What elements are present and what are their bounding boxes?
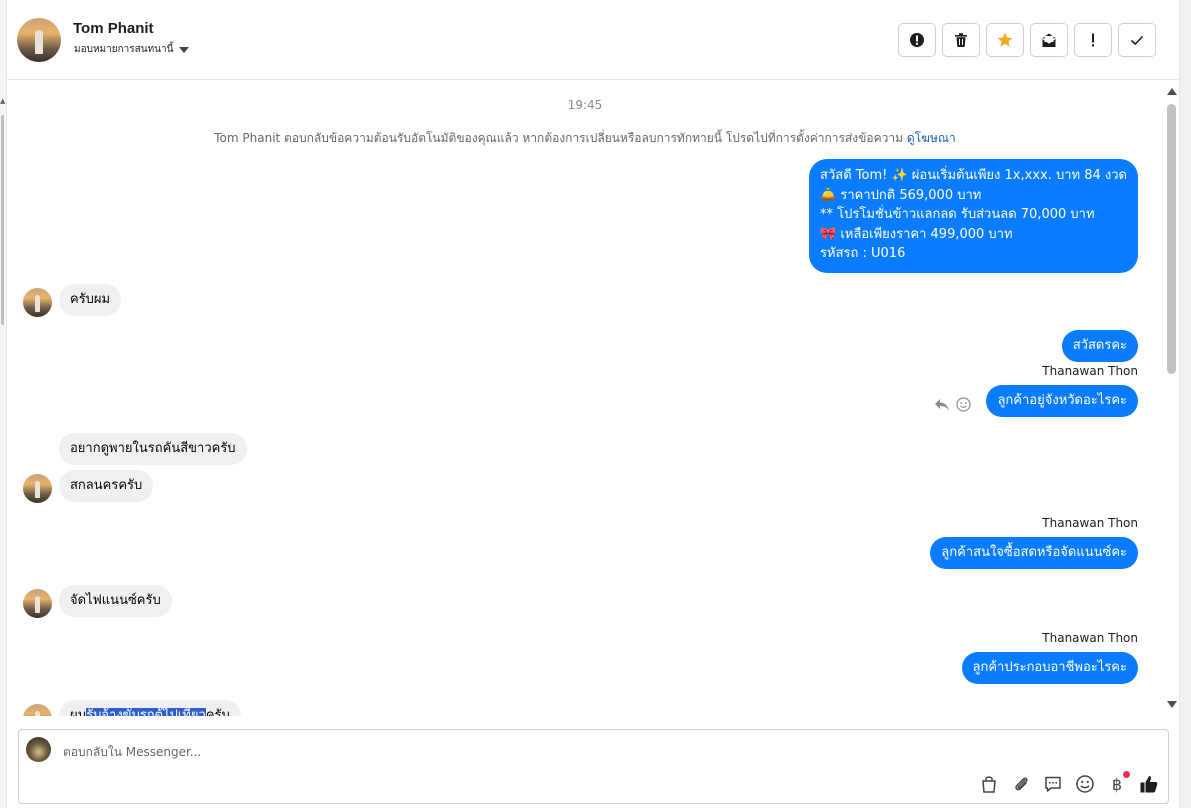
view-ad-link[interactable]: ดูโฆษณา: [907, 131, 956, 145]
sender-name: Thanawan Thon: [1042, 516, 1138, 530]
scroll-down-arrow-icon[interactable]: [1167, 701, 1177, 708]
emoji-icon[interactable]: [1075, 774, 1095, 794]
reply-icon[interactable]: [934, 398, 950, 412]
avatar[interactable]: [23, 704, 52, 716]
text-segment: ผม: [70, 708, 87, 716]
message-bubble[interactable]: ลูกค้าสนใจซื้อสดหรือจัดแนนซ์คะ: [930, 537, 1138, 569]
notice-text: Tom Phanit ตอบกลับข้อความต้อนรับอัตโนมัต…: [214, 131, 903, 145]
welcome-line: รหัสรถ : U016: [820, 246, 906, 261]
message-bubble[interactable]: สวัสดรคะ: [1061, 330, 1138, 362]
caret-down-icon: [179, 46, 190, 53]
welcome-line: ** โปรโมชั่นข้าวแลกลด รับส่วนลด 70,000 บ…: [820, 207, 1095, 222]
message-bubble[interactable]: ผมรับจ้างขับรถตู้ไปเที่ยวครับ: [59, 700, 241, 716]
star-button[interactable]: [986, 23, 1024, 57]
thumbs-up-icon[interactable]: [1139, 774, 1159, 794]
notification-dot: [1123, 770, 1130, 778]
thread-scrollbar-thumb[interactable]: [1167, 104, 1176, 374]
composer-tools: ฿: [979, 770, 1159, 794]
left-scrollbar[interactable]: ▲: [0, 0, 7, 808]
message-thread[interactable]: 19:45 Tom Phanit ตอบกลับข้อความต้อนรับอั…: [7, 81, 1163, 716]
message-out[interactable]: สวัสดรคะ: [1061, 330, 1138, 362]
timestamp: 19:45: [567, 98, 603, 112]
payment-icon[interactable]: ฿: [1107, 770, 1130, 794]
welcome-line: 🎀 เหลือเพียงราคา 499,000 บาท: [820, 226, 1013, 242]
avatar[interactable]: [17, 18, 61, 62]
conversation-header: Tom Phanit มอบหมายการสนทนานี้: [7, 0, 1179, 80]
spam-icon: [910, 33, 924, 47]
message-bubble[interactable]: ลูกค้าอยู่จังหวัดอะไรคะ: [986, 385, 1138, 417]
shopping-bag-icon[interactable]: [979, 774, 999, 794]
assign-label: มอบหมายการสนทนานี้: [74, 44, 174, 55]
conversation-toolbar: [898, 23, 1156, 57]
left-scrollbar-thumb[interactable]: [1, 115, 4, 325]
star-icon: [997, 32, 1013, 47]
scroll-up-arrow-icon[interactable]: [1167, 88, 1177, 95]
avatar[interactable]: [23, 288, 52, 317]
message-actions: [934, 397, 971, 412]
contact-name[interactable]: Tom Phanit: [73, 20, 154, 37]
trash-icon: [955, 33, 967, 47]
welcome-bubble[interactable]: สวัสดี Tom! ✨ ผ่อนเริ่มต้นเพียง 1x,xxx. …: [809, 159, 1138, 273]
scroll-up-icon[interactable]: ▲: [0, 98, 5, 105]
auto-reply-notice: Tom Phanit ตอบกลับข้อความต้อนรับอัตโนมัต…: [7, 129, 1163, 148]
message-bubble[interactable]: ครับผม: [59, 284, 122, 316]
avatar[interactable]: [23, 589, 52, 618]
message-out[interactable]: ลูกค้าอยู่จังหวัดอะไรคะ: [986, 385, 1138, 417]
message-bubble[interactable]: สกลนครครับ: [59, 470, 154, 502]
welcome-line: สวัสดี Tom! ✨ ผ่อนเริ่มต้นเพียง 1x,xxx. …: [820, 168, 1127, 183]
sender-name: Thanawan Thon: [1042, 364, 1138, 378]
page-avatar: [26, 737, 51, 762]
message-in[interactable]: อยากดูพายในรถคันสีขาวครับ: [59, 433, 247, 465]
done-button[interactable]: [1118, 23, 1156, 57]
message-bubble[interactable]: อยากดูพายในรถคันสีขาวครับ: [59, 433, 247, 465]
selected-text[interactable]: รับจ้างขับรถตู้ไปเที่ยว: [86, 708, 206, 716]
message-in[interactable]: ครับผม: [59, 284, 122, 316]
saved-replies-icon[interactable]: [1043, 774, 1063, 794]
delete-button[interactable]: [942, 23, 980, 57]
page-scrollbar[interactable]: [1179, 0, 1191, 808]
message-out-welcome[interactable]: สวัสดี Tom! ✨ ผ่อนเริ่มต้นเพียง 1x,xxx. …: [809, 159, 1138, 273]
text-segment: ครับ: [205, 708, 230, 716]
spam-button[interactable]: [898, 23, 936, 57]
message-in[interactable]: สกลนครครับ: [59, 470, 154, 502]
avatar[interactable]: [23, 474, 52, 503]
mark-unread-button[interactable]: [1030, 23, 1068, 57]
assign-conversation-dropdown[interactable]: มอบหมายการสนทนานี้: [74, 42, 190, 57]
follow-up-button[interactable]: [1074, 23, 1112, 57]
message-out[interactable]: ลูกค้าประกอบอาชีพอะไรคะ: [961, 652, 1138, 684]
message-out[interactable]: ลูกค้าสนใจซื้อสดหรือจัดแนนซ์คะ: [930, 537, 1138, 569]
reply-composer[interactable]: ตอบกลับใน Messenger... ฿: [18, 729, 1169, 804]
paperclip-icon[interactable]: [1011, 774, 1031, 794]
mark-unread-icon: [1042, 33, 1056, 47]
exclamation-icon: [1092, 33, 1094, 47]
react-icon[interactable]: [956, 397, 971, 412]
message-bubble[interactable]: จัดไฟแนนซ์ครับ: [59, 585, 172, 617]
message-in[interactable]: ผมรับจ้างขับรถตู้ไปเที่ยวครับ: [59, 700, 241, 716]
message-bubble[interactable]: ลูกค้าประกอบอาชีพอะไรคะ: [961, 652, 1138, 684]
sender-name: Thanawan Thon: [1042, 631, 1138, 645]
reply-input-placeholder[interactable]: ตอบกลับใน Messenger...: [63, 743, 201, 762]
check-icon: [1130, 35, 1144, 46]
welcome-line: 🛎️ ราคาปกติ 569,000 บาท: [820, 187, 982, 203]
thread-scrollbar[interactable]: [1163, 82, 1179, 714]
message-in[interactable]: จัดไฟแนนซ์ครับ: [59, 585, 172, 617]
